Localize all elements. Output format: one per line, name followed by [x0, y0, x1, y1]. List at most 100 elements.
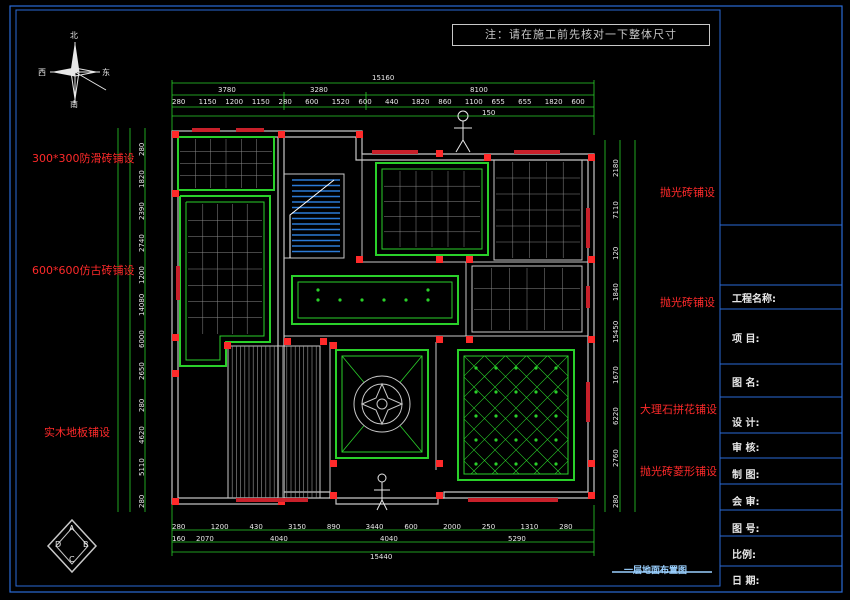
room-middle-right — [471, 265, 583, 333]
statue-icon — [454, 110, 472, 153]
dim-top-row-8: 440 — [385, 98, 399, 106]
dim-bottom-row-5: 3440 — [365, 523, 384, 531]
dim-bottom-row2-4: 5290 — [508, 535, 526, 543]
dim-top-row-5: 600 — [305, 98, 319, 106]
compass-north-label: 北 — [70, 31, 78, 40]
dim-bottom-row-3: 3150 — [288, 523, 306, 531]
dim-right-3: 1840 — [612, 283, 620, 302]
logo-letter-a: A — [69, 524, 75, 533]
dim-top-row-2: 1200 — [225, 98, 244, 106]
dim-bottom-row-0: 280 — [172, 523, 186, 531]
tb-drawing-name: 图 名: — [732, 378, 760, 389]
tb-item: 项 目: — [732, 334, 760, 345]
dim-right-2: 120 — [612, 246, 620, 260]
logo-letter-c: C — [69, 555, 75, 564]
dim-bottom-row2-3: 4040 — [380, 535, 398, 543]
dim-top-row-0: 280 — [172, 98, 186, 106]
title-block-grid — [720, 224, 842, 567]
dim-left-6: 6000 — [138, 330, 146, 348]
dim-top-row-6: 1520 — [331, 98, 350, 106]
room-top-center — [375, 162, 489, 256]
tb-project-name: 工程名称: — [732, 294, 776, 305]
window-openings — [176, 128, 590, 502]
dim-left-9: 4620 — [138, 426, 146, 444]
dim-left-0: 280 — [138, 142, 146, 156]
dim-top-row-9: 1820 — [411, 98, 430, 106]
dim-top-row-3: 1150 — [251, 98, 270, 106]
dim-top-row-11: 1100 — [464, 98, 483, 106]
dim-bottom-row-1: 1200 — [210, 523, 229, 531]
dim-bottom-row2-1: 2070 — [196, 535, 214, 543]
room-marble-medallion — [335, 349, 429, 459]
dim-top-row-1: 1150 — [198, 98, 217, 106]
tb-design: 设 计: — [732, 418, 760, 429]
dim-bottom-row-2: 430 — [249, 523, 263, 531]
dim-right-4: 15450 — [612, 320, 620, 343]
dim-left-8: 280 — [138, 398, 146, 412]
dim-right-0: 2180 — [612, 159, 620, 178]
label-anti-slip: 300*300防滑砖铺设 — [32, 152, 135, 165]
tb-drawing-no: 图 号: — [732, 524, 760, 535]
dim-left-1: 1820 — [138, 170, 146, 188]
compass-south-label: 南 — [70, 100, 78, 109]
logo-letter-d: D — [55, 540, 62, 549]
dim-left-2: 2390 — [138, 202, 146, 220]
dim-right-7: 2760 — [612, 448, 620, 467]
room-antique-tile — [179, 195, 271, 367]
dim-top-seg2: 3280 — [310, 86, 328, 94]
dim-left-5: 14080 — [138, 293, 146, 316]
room-anti-slip-tile — [177, 136, 275, 191]
dim-bottom-row2-2: 4040 — [270, 535, 288, 543]
dim-right-5: 1670 — [612, 366, 620, 384]
dim-bottom-row-10: 280 — [559, 523, 573, 531]
tb-date: 日 期: — [732, 576, 760, 587]
compass-east-label: 东 — [102, 68, 110, 77]
room-wood-floor — [227, 345, 321, 499]
dim-top-row-15: 600 — [571, 98, 585, 106]
dim-left-10: 5110 — [138, 458, 146, 476]
dim-top-small: 150 — [482, 109, 496, 117]
tb-scale: 比例: — [732, 550, 756, 561]
tb-review: 审 核: — [732, 443, 760, 454]
dim-left-7: 2650 — [138, 362, 146, 380]
dimension-lines-right — [604, 140, 636, 512]
construction-note: 注：请在施工前先核对一下整体尺寸 — [452, 24, 710, 46]
dim-top-row-14: 1820 — [544, 98, 563, 106]
dim-top-row-10: 860 — [438, 98, 452, 106]
tb-draw: 制 图: — [732, 470, 760, 481]
dim-left-3: 2740 — [138, 234, 146, 252]
label-polished-1: 抛光砖铺设 — [660, 186, 715, 199]
floor-plan-drawing — [9, 5, 843, 593]
label-polished-diamond: 抛光砖菱形铺设 — [640, 465, 717, 478]
dim-top-overall: 15160 — [372, 74, 395, 82]
sheet-title: 一层地面布置图 — [624, 566, 688, 576]
dim-left-11: 280 — [138, 494, 146, 508]
dim-bottom-row-9: 1310 — [520, 523, 539, 531]
dim-bottom-row-4: 890 — [326, 523, 341, 531]
dim-bottom-row-8: 250 — [481, 523, 496, 531]
staircase — [283, 173, 345, 259]
dim-right-1: 7110 — [612, 200, 620, 219]
dim-left-4: 1200 — [138, 266, 146, 284]
dim-bottom-overall: 15440 — [370, 553, 393, 561]
dim-top-row-4: 280 — [278, 98, 292, 106]
dim-bottom-row-6: 600 — [404, 523, 418, 531]
dim-bottom-row-7: 2000 — [443, 523, 461, 531]
dim-right-8: 280 — [612, 494, 620, 508]
dim-top-seg1: 3780 — [218, 86, 236, 94]
tb-approve: 会 审: — [732, 497, 760, 508]
label-wood: 实木地板铺设 — [44, 426, 110, 439]
compass-west-label: 西 — [38, 68, 46, 77]
dim-bottom-row2-0: 160 — [172, 535, 186, 543]
dim-top-seg3: 8100 — [470, 86, 488, 94]
label-polished-2: 抛光砖铺设 — [660, 296, 715, 309]
dim-right-6: 6220 — [612, 407, 620, 426]
logo-letter-b: B — [83, 540, 89, 549]
label-antique: 600*600仿古砖铺设 — [32, 264, 135, 277]
compass-icon — [50, 42, 107, 104]
label-marble: 大理石拼花铺设 — [640, 403, 717, 416]
dim-top-row-13: 655 — [518, 98, 532, 106]
room-top-right — [493, 159, 583, 261]
corridor-panel — [291, 275, 459, 325]
dim-top-row-12: 655 — [491, 98, 505, 106]
